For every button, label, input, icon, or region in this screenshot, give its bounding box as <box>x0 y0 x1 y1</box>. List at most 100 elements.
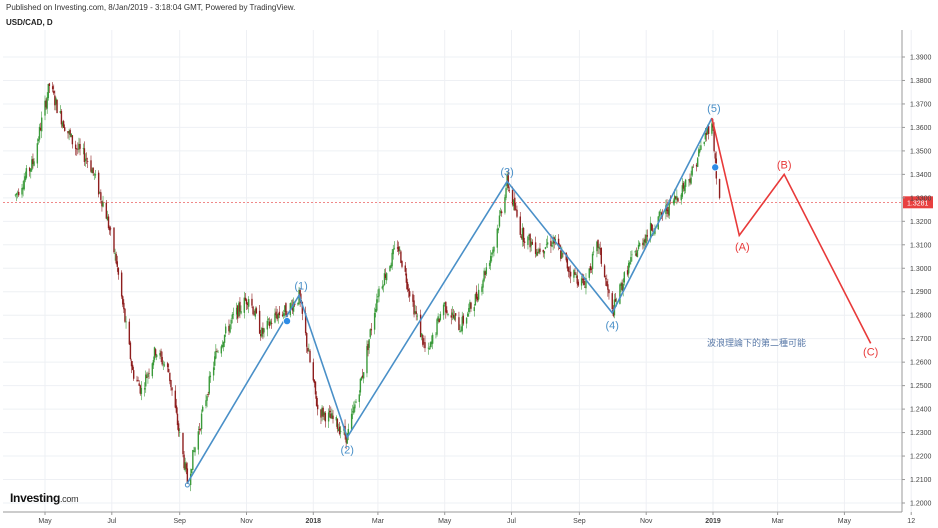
candle-body <box>424 342 426 349</box>
candle-body <box>56 99 58 114</box>
wave-label: (C) <box>863 346 878 358</box>
candle-body <box>46 96 48 109</box>
candle-body <box>515 209 517 210</box>
candle-body <box>229 324 231 333</box>
candle-body <box>116 261 118 267</box>
candle-body <box>373 313 376 330</box>
candle-body <box>453 315 456 320</box>
candle-body <box>516 209 518 217</box>
candle-body <box>216 351 218 352</box>
candle-body <box>404 265 406 272</box>
x-tick-label: Sep <box>573 518 586 525</box>
candle-body <box>514 197 516 210</box>
wave-label: (3) <box>500 166 513 178</box>
candle-body <box>169 372 171 382</box>
candle-body <box>566 259 569 269</box>
candle-body <box>267 319 270 320</box>
candle-body <box>131 364 134 370</box>
candle-body <box>324 412 327 422</box>
candle-body <box>522 227 525 242</box>
candle-body <box>107 216 110 229</box>
candle-body <box>407 289 410 292</box>
candle-body <box>224 326 227 334</box>
y-tick-label: 1.3700 <box>910 101 932 108</box>
candle-body <box>278 311 281 316</box>
chart-grid <box>3 30 912 512</box>
x-tick-label: Sep <box>173 518 186 525</box>
candle-body <box>114 252 116 254</box>
wave-annotation: 波浪理論下的第二種可能 <box>707 337 806 348</box>
y-tick-label: 1.3000 <box>910 266 932 273</box>
candle-body <box>498 215 501 227</box>
candle-body <box>575 274 577 275</box>
candle-body <box>212 367 215 376</box>
candle-body <box>79 143 81 149</box>
candle-body <box>459 330 461 333</box>
candle-body <box>223 334 226 343</box>
x-tick-label: Jul <box>107 518 116 525</box>
candle-body <box>71 135 74 145</box>
candle-body <box>197 431 200 450</box>
candle-body <box>147 373 149 378</box>
candle-body <box>137 380 139 382</box>
candle-body <box>527 236 529 245</box>
candles <box>14 82 721 492</box>
logo-suffix: .com <box>59 494 79 504</box>
y-tick-label: 1.2200 <box>910 454 932 461</box>
candle-body <box>220 346 223 354</box>
candle-body <box>192 449 194 470</box>
candle-body <box>477 289 480 300</box>
candle-body <box>269 321 272 325</box>
candle-body <box>366 346 368 374</box>
candle-body <box>376 299 378 311</box>
candle-body <box>505 188 507 198</box>
wave-label: (4) <box>606 320 619 332</box>
candle-body <box>166 363 169 368</box>
candle-body <box>447 313 449 316</box>
candle-body <box>358 394 360 402</box>
impulse-wave-line <box>186 117 713 484</box>
candle-body <box>431 334 434 344</box>
candle-body <box>338 426 341 435</box>
candle-body <box>92 167 94 174</box>
candle-body <box>309 350 311 363</box>
candle-body <box>535 252 538 256</box>
candle-body <box>531 241 534 245</box>
candle-body <box>360 377 363 381</box>
candle-body <box>707 126 710 134</box>
candle-body <box>23 179 25 190</box>
candle-body <box>623 272 625 283</box>
candle-body <box>362 372 365 379</box>
price-chart[interactable]: 1.3281 (1)(2)(3)(4)(5)(A)(B)(C) 1.39001.… <box>0 0 938 528</box>
candle-body <box>25 168 28 178</box>
candle-body <box>359 378 362 393</box>
y-tick-label: 1.2800 <box>910 313 932 320</box>
candle-body <box>74 144 77 150</box>
candle-body <box>124 308 126 322</box>
candle-body <box>350 413 353 430</box>
candle-body <box>239 301 241 312</box>
candle-body <box>207 394 209 395</box>
candle-body <box>62 121 65 128</box>
candle-body <box>650 224 653 231</box>
candle-body <box>178 432 181 433</box>
y-tick-label: 1.3500 <box>910 148 932 155</box>
candle-body <box>692 166 694 168</box>
candle-body <box>567 267 570 272</box>
candle-body <box>140 387 143 394</box>
candle-body <box>496 228 498 248</box>
candle-body <box>94 174 97 176</box>
y-tick-label: 1.3300 <box>910 195 932 202</box>
candle-body <box>450 315 452 318</box>
candle-body <box>201 406 204 412</box>
candle-body <box>631 254 633 256</box>
candle-body <box>630 257 632 263</box>
candle-body <box>392 249 394 255</box>
candle-body <box>493 246 495 252</box>
candle-body <box>160 351 162 357</box>
candle-body <box>283 313 285 316</box>
candle-body <box>534 242 537 254</box>
candle-body <box>15 193 18 195</box>
candle-body <box>497 228 500 231</box>
candle-body <box>385 273 388 281</box>
